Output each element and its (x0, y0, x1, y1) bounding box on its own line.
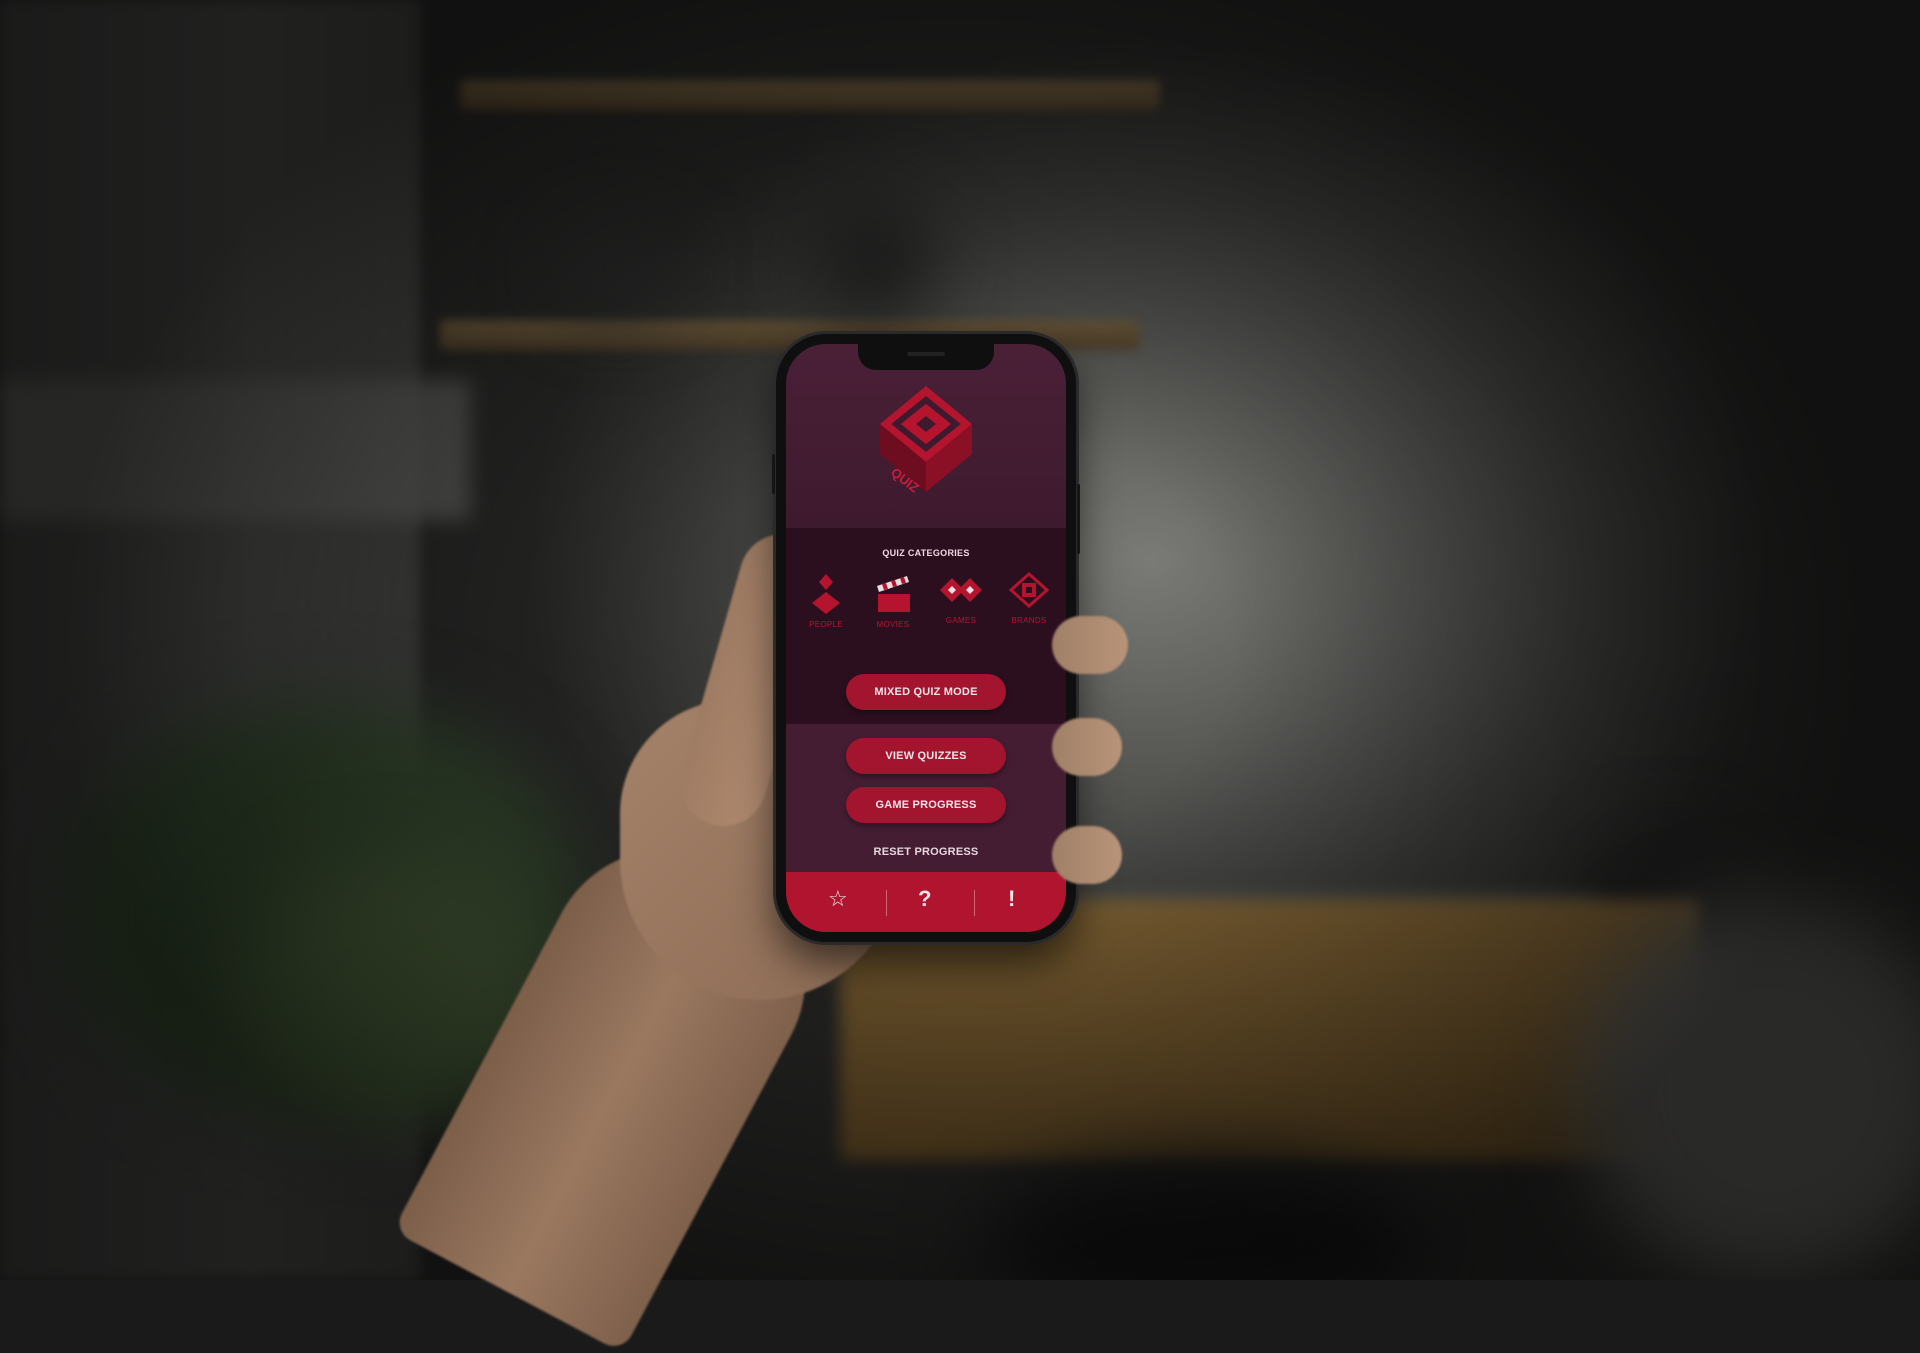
exclamation-icon[interactable]: ! (1008, 888, 1015, 910)
categories-title: QUIZ CATEGORIES (882, 548, 970, 558)
view-quizzes-button[interactable]: VIEW QUIZZES (846, 738, 1006, 774)
category-label: PEOPLE (809, 620, 843, 629)
category-people[interactable]: PEOPLE (796, 572, 856, 629)
phone-notch (858, 344, 994, 370)
category-label: MOVIES (876, 620, 910, 629)
tab-divider (886, 890, 887, 916)
brands-diamond-icon (1008, 572, 1050, 609)
category-label: GAMES (945, 616, 977, 625)
category-games[interactable]: GAMES (931, 572, 991, 625)
star-icon[interactable]: ☆ (828, 888, 848, 910)
header-logo-area: QUIZ (786, 344, 1066, 528)
side-button (1077, 484, 1080, 554)
question-icon[interactable]: ? (918, 888, 931, 910)
category-movies[interactable]: MOVIES (863, 572, 923, 629)
finger (1052, 616, 1128, 674)
finger (1052, 826, 1122, 884)
game-progress-button[interactable]: GAME PROGRESS (846, 787, 1006, 823)
clapperboard-icon (877, 576, 910, 612)
app-screen: QUIZ QUIZ CATEGORIES PEOPLE MOVIES GAMES… (786, 344, 1066, 932)
bottom-tab-bar: ☆ ? ! (786, 872, 1066, 932)
smartphone: QUIZ QUIZ CATEGORIES PEOPLE MOVIES GAMES… (772, 334, 1080, 942)
reset-progress-link[interactable]: RESET PROGRESS (786, 846, 1066, 858)
tab-divider (974, 890, 975, 916)
finger (1052, 718, 1122, 776)
category-brands[interactable]: BRANDS (999, 572, 1059, 625)
people-diamond-icon (812, 574, 840, 614)
gamepad-diamond-icon (940, 578, 982, 602)
side-button (772, 454, 775, 494)
category-label: BRANDS (1011, 616, 1047, 625)
quiz-logo-icon: QUIZ (880, 386, 972, 494)
mixed-quiz-mode-button[interactable]: MIXED QUIZ MODE (846, 674, 1006, 710)
